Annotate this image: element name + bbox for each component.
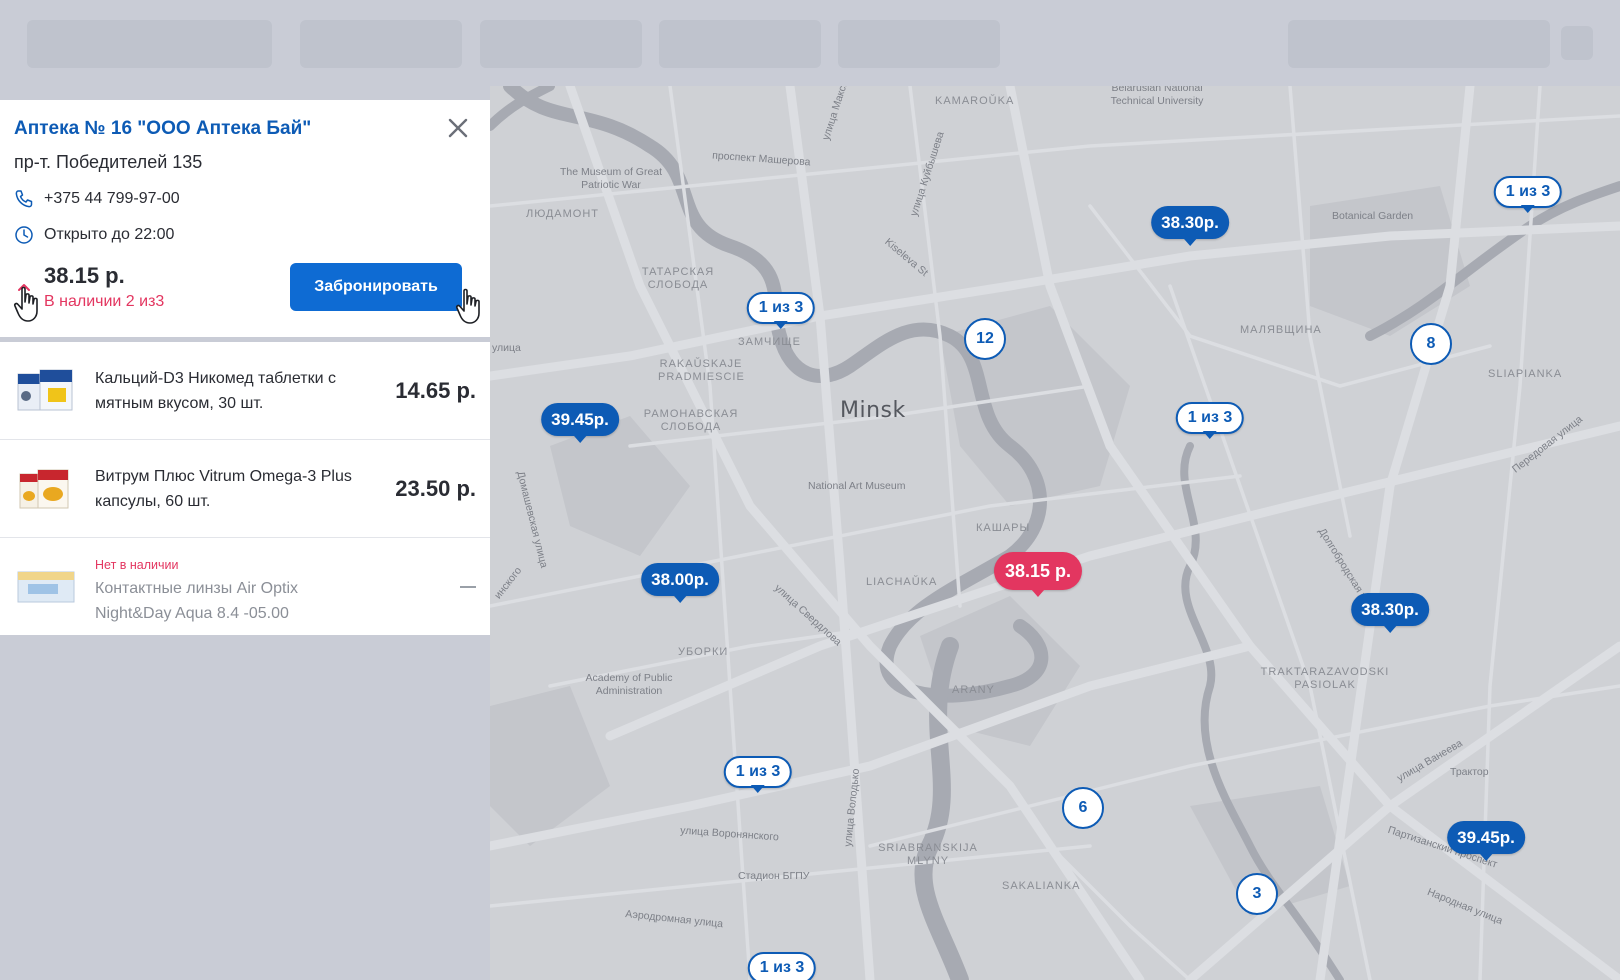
map-marker-partial[interactable]: 1 из 3 xyxy=(1493,176,1563,213)
pharmacy-title[interactable]: Аптека № 16 "ООО Аптека Бай" xyxy=(14,118,476,140)
map-marker-partial[interactable]: 1 из 3 xyxy=(747,952,817,980)
availability-status: В наличии 2 из3 xyxy=(44,293,165,310)
map-label: National Art Museum xyxy=(808,480,906,492)
map-label: УБОРКИ xyxy=(678,646,729,658)
pharmacy-address: пр-т. Победителей 135 xyxy=(14,152,203,172)
map-view[interactable]: KAMAROŬKA Belarusian National Technical … xyxy=(490,86,1620,980)
map-cluster[interactable]: 6 xyxy=(1062,787,1104,829)
total-price: 38.15 р. xyxy=(44,263,125,288)
product-name: Витрум Плюс Vitrum Omega-3 Plus капсулы,… xyxy=(95,468,352,510)
phone-icon xyxy=(15,190,33,208)
map-label: ЗАМЧИЩЕ xyxy=(738,336,801,348)
pharmacy-panel: Аптека № 16 "ООО Аптека Бай" пр-т. Побед… xyxy=(0,100,490,635)
hand-cursor-icon xyxy=(13,286,38,322)
map-label: SLIAPIANKA xyxy=(1488,368,1563,380)
product-image xyxy=(17,369,73,411)
map-marker-partial[interactable]: 1 из 3 xyxy=(1175,402,1245,439)
nav-skeleton xyxy=(300,20,462,68)
map-label: ЛЮДАМОНТ xyxy=(526,208,600,220)
map-marker-price[interactable]: 38.30р. xyxy=(1151,206,1229,246)
product-price: 23.50 р. xyxy=(395,476,476,501)
phone-row: +375 44 799-97-00 xyxy=(14,189,476,209)
nav-skeleton xyxy=(659,20,821,68)
nav-skeleton xyxy=(480,20,642,68)
product-item[interactable]: Кальций-D3 Никомед таблетки с мятным вку… xyxy=(0,342,490,440)
map-label: Belarusian National Technical University xyxy=(1110,86,1204,107)
product-image xyxy=(19,469,69,509)
clock-icon xyxy=(15,226,33,244)
map-label: РАМОНАВСКАЯ СЛОБОДА xyxy=(643,408,739,433)
product-list: Кальций-D3 Никомед таблетки с мятным вку… xyxy=(0,342,490,635)
product-price: 14.65 р. xyxy=(395,378,476,403)
map-label: SRIABRANSKIJA MLYNY xyxy=(878,842,978,867)
map-label: улица xyxy=(492,342,521,354)
map-label: Academy of Public Administration xyxy=(585,672,673,697)
map-label: Трактор xyxy=(1450,766,1489,778)
map-label: TRAKTARAZAVODSKI PASIOLAK xyxy=(1260,666,1390,691)
map-cluster[interactable]: 3 xyxy=(1236,873,1278,915)
nav-skeleton xyxy=(1288,20,1550,68)
map-cluster[interactable]: 12 xyxy=(964,318,1006,360)
map-label: ТАТАРСКАЯ СЛОБОДА xyxy=(641,266,715,291)
map-label: The Museum of Great Patriotic War xyxy=(559,166,663,191)
map-marker-price[interactable]: 39.45р. xyxy=(1447,821,1525,861)
out-of-stock-label: Нет в наличии xyxy=(95,558,179,572)
map-marker-partial[interactable]: 1 из 3 xyxy=(723,756,793,793)
product-image xyxy=(17,571,75,603)
nav-skeleton xyxy=(838,20,1000,68)
map-city-label: Minsk xyxy=(840,398,906,423)
product-item-unavailable[interactable]: Нет в наличии Контактные линзы Air Optix… xyxy=(0,538,490,635)
product-item[interactable]: Витрум Плюс Vitrum Omega-3 Plus капсулы,… xyxy=(0,440,490,538)
map-marker-price[interactable]: 39.45р. xyxy=(541,403,619,443)
pharmacy-hours: Открыто до 22:00 xyxy=(44,226,175,243)
map-marker-price[interactable]: 38.00р. xyxy=(641,563,719,603)
hours-row: Открыто до 22:00 xyxy=(14,225,476,245)
map-marker-partial[interactable]: 1 из 3 xyxy=(746,292,816,329)
top-nav-placeholder xyxy=(0,0,1620,86)
nav-skeleton xyxy=(1561,26,1593,60)
map-label: KAMAROŬKA xyxy=(935,95,1015,107)
map-label: Botanical Garden xyxy=(1332,210,1414,222)
map-label: SAKALIANKA xyxy=(1002,880,1081,892)
map-label: Стадион БГПУ xyxy=(738,870,810,882)
map-cluster[interactable]: 8 xyxy=(1410,323,1452,365)
map-label: КАШАРЫ xyxy=(976,522,1031,534)
minus-icon xyxy=(460,586,476,588)
product-name: Контактные линзы Air Optix Night&Day Aqu… xyxy=(95,580,299,622)
reserve-button[interactable]: Забронировать xyxy=(290,263,462,311)
nav-skeleton xyxy=(27,20,272,68)
map-label: МАЛЯВЩИНА xyxy=(1240,324,1322,336)
order-summary: 38.15 р. В наличии 2 из3 Забронировать xyxy=(13,263,480,324)
pharmacy-phone[interactable]: +375 44 799-97-00 xyxy=(44,190,180,208)
map-marker-selected[interactable]: 38.15 р. xyxy=(993,552,1083,597)
pharmacy-header: Аптека № 16 "ООО Аптека Бай" пр-т. Побед… xyxy=(0,100,490,342)
map-marker-price[interactable]: 38.30р. xyxy=(1351,593,1429,633)
close-icon[interactable] xyxy=(444,114,472,142)
map-label: RAKAŬSKAJE PRADMIESCIE xyxy=(658,358,745,383)
hand-cursor-icon xyxy=(455,288,480,324)
map-label: LIACHAŬKA xyxy=(866,576,938,588)
product-name: Кальций-D3 Никомед таблетки с мятным вку… xyxy=(95,370,336,412)
map-label: ARANY xyxy=(952,684,995,696)
